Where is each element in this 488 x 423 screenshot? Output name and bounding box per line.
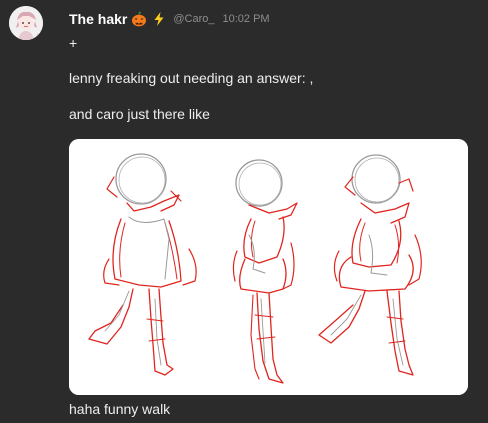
walking-figures-sketch	[69, 139, 468, 395]
author-handle[interactable]: @Caro_	[173, 13, 214, 25]
avatar[interactable]	[9, 6, 43, 40]
post: The hakr @Caro_ 10:02 PM + lenny freakin…	[0, 0, 488, 423]
timestamp: 10:02 PM	[222, 13, 270, 25]
message-line: haha funny walk	[69, 401, 171, 417]
message-line: +	[69, 35, 78, 51]
message-line: lenny freaking out needing an answer: ,	[69, 70, 314, 86]
author-name[interactable]: The hakr	[69, 11, 127, 27]
lightning-bolt-icon	[151, 11, 167, 27]
jack-o-lantern-icon	[131, 11, 147, 27]
image-attachment[interactable]	[69, 139, 468, 395]
message-line: and caro just there like	[69, 106, 210, 122]
post-header: The hakr @Caro_ 10:02 PM	[69, 10, 270, 28]
